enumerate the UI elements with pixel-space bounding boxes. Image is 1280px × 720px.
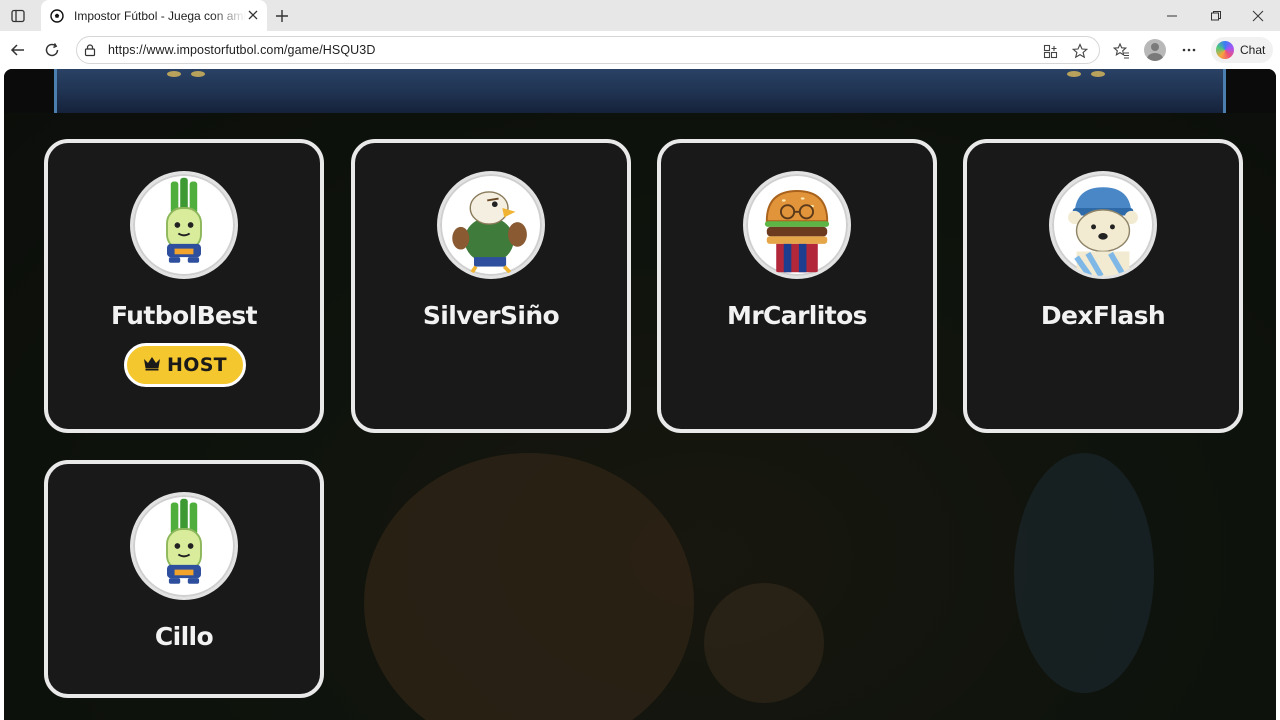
copilot-icon [1216, 41, 1234, 59]
player-card: FutbolBest HOST [44, 139, 324, 433]
favorite-star-icon[interactable] [1071, 42, 1089, 60]
tab-title: Impostor Fútbol - Juega con amigos [74, 8, 246, 23]
player-card: MrCarlitos [657, 139, 937, 433]
soccer-ball-icon [49, 8, 65, 24]
app-available-icon[interactable] [1041, 42, 1059, 60]
player-name: FutbolBest [110, 301, 258, 330]
close-tab-icon[interactable] [245, 7, 261, 23]
browser-toolbar: https://www.impostorfutbol.com/game/HSQU… [0, 31, 1280, 69]
url-text[interactable]: https://www.impostorfutbol.com/game/HSQU… [108, 43, 376, 57]
host-badge: HOST [124, 343, 246, 387]
minimize-icon[interactable] [1150, 0, 1194, 31]
host-label: HOST [167, 354, 227, 376]
new-tab-icon[interactable] [271, 5, 293, 27]
leek-player-avatar [130, 492, 238, 600]
player-card: DexFlash [963, 139, 1243, 433]
player-name: MrCarlitos [727, 301, 868, 330]
back-icon[interactable] [6, 38, 30, 62]
polar-bear-avatar [1049, 171, 1157, 279]
close-window-icon[interactable] [1236, 0, 1280, 31]
crown-icon [143, 355, 161, 376]
copilot-chat-button[interactable]: Chat [1211, 37, 1273, 63]
eagle-avatar [437, 171, 545, 279]
player-name: Cillo [154, 622, 214, 651]
player-card: Cillo [44, 460, 324, 698]
restore-icon[interactable] [1194, 0, 1238, 31]
profile-avatar[interactable] [1144, 39, 1166, 61]
stadium-banner [4, 69, 1276, 113]
stadium-banner-image [54, 69, 1226, 113]
reload-icon[interactable] [40, 38, 64, 62]
player-name: DexFlash [1040, 301, 1166, 330]
chat-label: Chat [1240, 43, 1266, 57]
tab-active[interactable]: Impostor Fútbol - Juega con amigos [41, 0, 267, 31]
player-card: SilverSiño [351, 139, 631, 433]
page-viewport: FutbolBest HOST SilverSiño MrCarlitos De… [4, 69, 1276, 720]
leek-player-avatar [130, 171, 238, 279]
site-info-icon[interactable] [82, 42, 98, 58]
player-name: SilverSiño [422, 301, 560, 330]
burger-avatar [743, 171, 851, 279]
favorites-icon[interactable] [1110, 39, 1132, 61]
address-bar[interactable]: https://www.impostorfutbol.com/game/HSQU… [76, 36, 1100, 64]
more-options-icon[interactable] [1178, 39, 1200, 61]
tab-actions-icon[interactable] [6, 5, 30, 27]
browser-tab-strip: Impostor Fútbol - Juega con amigos [0, 0, 1280, 31]
